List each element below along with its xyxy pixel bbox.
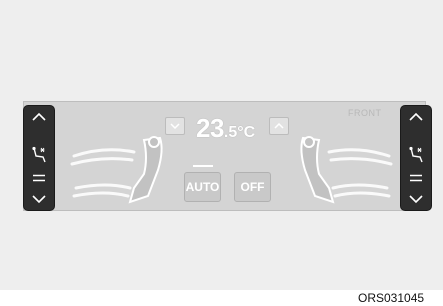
temperature-integer: 23 xyxy=(196,113,224,143)
chevron-up-icon xyxy=(32,112,46,121)
chevron-down-icon xyxy=(32,195,46,204)
left-knob-menu[interactable] xyxy=(24,170,54,186)
left-seat-airflow-icon xyxy=(70,136,163,204)
auto-indicator xyxy=(193,165,213,167)
right-knob-menu[interactable] xyxy=(401,170,431,186)
right-knob-seat[interactable] xyxy=(401,144,431,166)
temperature-decimal: .5 xyxy=(223,124,238,141)
temperature-unit: °C xyxy=(237,124,256,141)
seat-heat-icon xyxy=(32,146,46,163)
temp-down-button[interactable] xyxy=(165,117,185,135)
temperature-display: 23.5°C xyxy=(196,113,255,144)
left-control-knob[interactable] xyxy=(24,106,54,210)
menu-icon xyxy=(33,174,45,182)
chevron-up-icon xyxy=(409,112,423,121)
chevron-down-icon xyxy=(170,123,180,129)
right-knob-down[interactable] xyxy=(401,188,431,210)
right-knob-up[interactable] xyxy=(401,106,431,128)
figure-code: ORS031045 xyxy=(358,291,425,305)
auto-button[interactable]: AUTO xyxy=(184,172,221,202)
left-knob-seat[interactable] xyxy=(24,144,54,166)
temp-up-button[interactable] xyxy=(269,117,289,135)
chevron-up-icon xyxy=(274,123,284,129)
right-seat-airflow-icon xyxy=(300,136,393,204)
right-control-knob[interactable] xyxy=(401,106,431,210)
chevron-down-icon xyxy=(409,195,423,204)
left-knob-down[interactable] xyxy=(24,188,54,210)
menu-icon xyxy=(410,174,422,182)
off-button[interactable]: OFF xyxy=(234,172,271,202)
left-knob-up[interactable] xyxy=(24,106,54,128)
temperature-control: 23.5°C xyxy=(165,113,290,144)
seat-heat-icon xyxy=(409,146,423,163)
zone-label: FRONT xyxy=(348,108,382,118)
